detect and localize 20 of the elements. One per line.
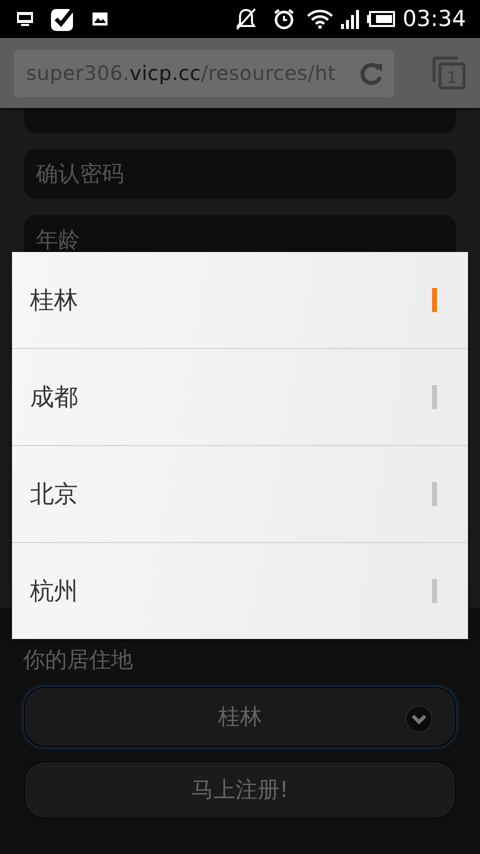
text-field[interactable]: 确认密码 [24,149,456,199]
chevron-down-icon [405,705,433,733]
signal-icon [340,9,359,29]
option-label: 成都 [30,382,78,413]
image-icon [92,12,108,26]
battery-icon [366,11,395,27]
clock-time: 03:34 [402,6,466,34]
option-label: 北京 [30,479,78,510]
muted-bell-icon [234,7,257,31]
picker-option[interactable]: 成都 [12,349,468,446]
picker-option[interactable]: 北京 [12,446,468,543]
wifi-icon [306,9,333,29]
checkmark-icon [50,6,76,32]
picker-option[interactable]: 杭州 [12,543,468,639]
picker-option[interactable]: 桂林 [12,252,468,349]
field-label: 你的居住地 [23,647,133,675]
reload-icon[interactable] [358,60,384,86]
option-label: 桂林 [30,285,78,316]
option-label: 杭州 [30,576,78,607]
alarm-clock-icon [272,8,295,30]
